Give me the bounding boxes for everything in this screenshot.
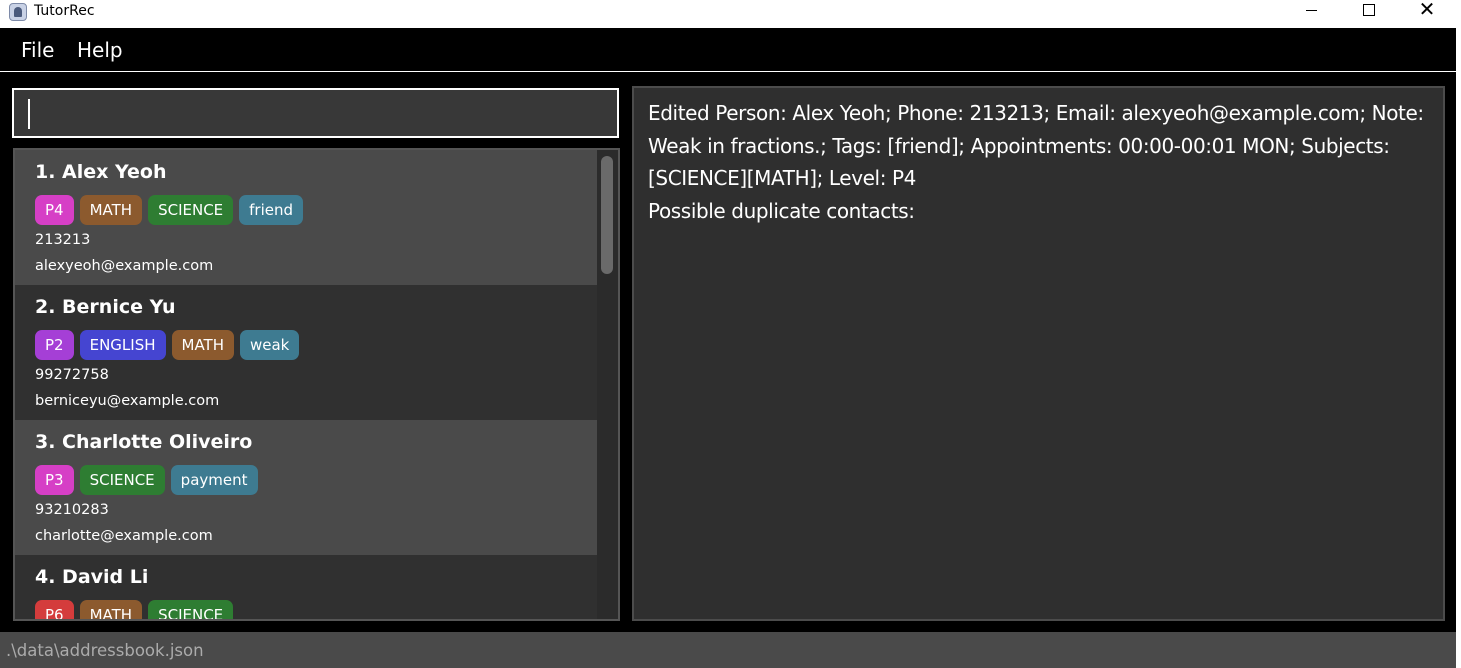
person-list[interactable]: 1. Alex Yeoh P4 MATH SCIENCE friend 2132… — [13, 148, 620, 621]
person-email: charlotte@example.com — [35, 528, 213, 544]
level-tag: P3 — [35, 465, 74, 495]
menu-help[interactable]: Help — [77, 38, 123, 62]
subject-tag: SCIENCE — [148, 600, 234, 619]
subject-tag: SCIENCE — [79, 465, 165, 495]
close-button[interactable]: ✕ — [1398, 0, 1456, 28]
text-cursor — [28, 99, 30, 129]
person-email: alexyeoh@example.com — [35, 258, 214, 274]
app-icon — [9, 3, 27, 21]
tag-list: P6 MATH SCIENCE — [35, 600, 234, 619]
result-text: Edited Person: Alex Yeoh; Phone: 213213;… — [648, 101, 1424, 223]
person-card[interactable]: 4. David Li P6 MATH SCIENCE — [15, 555, 597, 619]
subject-tag: SCIENCE — [148, 195, 234, 225]
maximize-button[interactable] — [1340, 0, 1398, 28]
person-name: 3. Charlotte Oliveiro — [35, 431, 253, 453]
menu-file[interactable]: File — [21, 38, 54, 62]
tag: friend — [239, 195, 304, 225]
person-name: 2. Bernice Yu — [35, 296, 176, 318]
person-card[interactable]: 1. Alex Yeoh P4 MATH SCIENCE friend 2132… — [15, 150, 597, 285]
person-phone: 99272758 — [35, 367, 109, 383]
list-scrollbar[interactable] — [597, 150, 618, 619]
tag: payment — [170, 465, 258, 495]
person-card[interactable]: 2. Bernice Yu P2 ENGLISH MATH weak 99272… — [15, 285, 597, 420]
level-tag: P6 — [35, 600, 74, 619]
subject-tag: ENGLISH — [79, 330, 166, 360]
maximize-icon — [1363, 4, 1375, 16]
result-display: Edited Person: Alex Yeoh; Phone: 213213;… — [632, 86, 1445, 621]
tag: weak — [239, 330, 300, 360]
level-tag: P2 — [35, 330, 74, 360]
command-input[interactable] — [12, 88, 619, 138]
status-bar: .\data\addressbook.json — [0, 632, 1456, 668]
main-panel: 1. Alex Yeoh P4 MATH SCIENCE friend 2132… — [0, 75, 1456, 632]
level-tag: P4 — [35, 195, 74, 225]
person-phone: 213213 — [35, 232, 91, 248]
subject-tag: MATH — [79, 195, 143, 225]
tag-list: P2 ENGLISH MATH weak — [35, 330, 300, 360]
subject-tag: MATH — [171, 330, 234, 360]
save-file-path: .\data\addressbook.json — [6, 641, 204, 660]
scrollbar-thumb[interactable] — [601, 156, 613, 274]
tag-list: P4 MATH SCIENCE friend — [35, 195, 304, 225]
window-title: TutorRec — [34, 3, 95, 19]
minimize-button[interactable] — [1282, 0, 1340, 28]
person-name: 4. David Li — [35, 566, 149, 588]
title-bar: TutorRec ✕ — [0, 0, 1461, 28]
tag-list: P3 SCIENCE payment — [35, 465, 258, 495]
person-email: berniceyu@example.com — [35, 393, 220, 409]
window-edge — [1456, 28, 1461, 668]
close-icon: ✕ — [1418, 0, 1436, 21]
person-card[interactable]: 3. Charlotte Oliveiro P3 SCIENCE payment… — [15, 420, 597, 555]
minimize-icon — [1305, 9, 1317, 11]
person-phone: 93210283 — [35, 502, 109, 518]
menu-bar: File Help — [0, 28, 1456, 72]
person-name: 1. Alex Yeoh — [35, 161, 167, 183]
subject-tag: MATH — [79, 600, 143, 619]
